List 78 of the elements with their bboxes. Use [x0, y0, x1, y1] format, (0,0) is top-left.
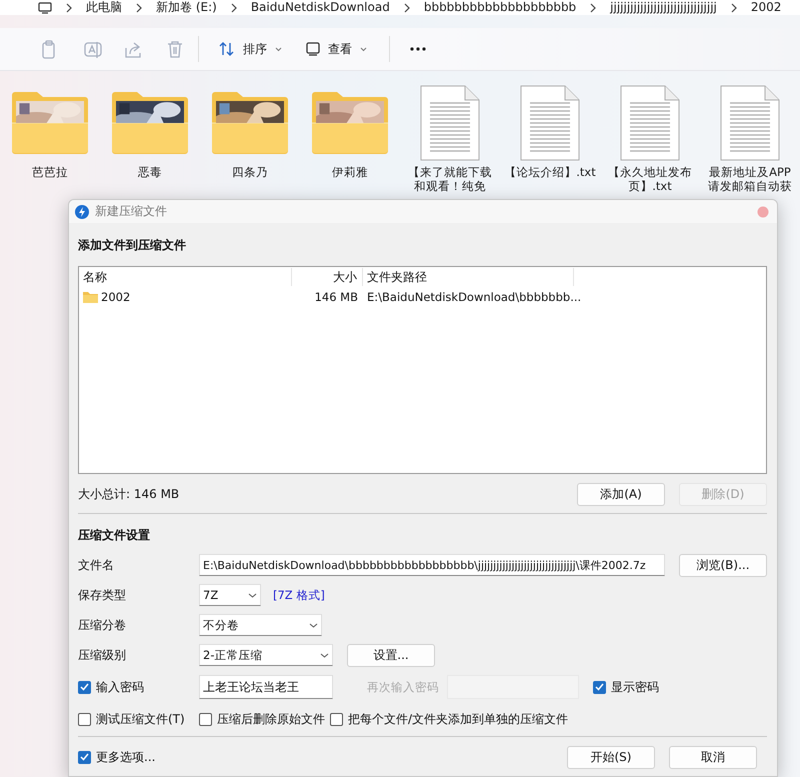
caret-icon [320, 652, 329, 658]
chevron-icon [404, 2, 410, 12]
caret-icon [360, 46, 367, 52]
column-header[interactable]: 文件夹路径 [363, 268, 574, 286]
chevron-icon [590, 2, 596, 12]
dialog-button[interactable]: 开始(S) [567, 746, 655, 768]
breadcrumb-item[interactable]: jjjjjjjjjjjjjjjjjjjjjjjjjjjjjjjj [610, 0, 717, 15]
file-size: 146 MB [314, 290, 359, 304]
caret-icon [248, 592, 257, 598]
checkbox[interactable] [78, 750, 91, 764]
field-label: 压缩级别 [78, 646, 127, 664]
text-file-icon [420, 85, 480, 161]
browse-button[interactable]: 浏览(B)... [679, 554, 767, 576]
chevron-icon [136, 2, 142, 12]
file-name[interactable]: 四条乃 [232, 165, 268, 179]
checkbox[interactable] [78, 680, 91, 694]
checkbox-label[interactable]: 压缩后删除原始文件 [217, 710, 325, 728]
breadcrumb-item[interactable]: 新加卷 (E:) [156, 0, 217, 15]
format-link[interactable]: [7Z 格式] [273, 588, 325, 602]
window-title: 新建压缩文件 [95, 203, 167, 220]
checkbox[interactable] [330, 712, 343, 726]
view-icon [306, 42, 320, 56]
field-label: 压缩分卷 [78, 616, 127, 634]
text-file-icon [620, 85, 680, 161]
checkbox[interactable] [78, 712, 91, 726]
folder-path: E:\BaiduNetdiskDownload\bbbbbbb... [366, 290, 582, 304]
chevron-icon [66, 2, 72, 12]
chevron-icon [730, 2, 737, 12]
file-name[interactable]: 页】.txt [628, 179, 672, 193]
dropdown[interactable]: 不分卷 [199, 614, 322, 636]
chevron-icon [230, 2, 237, 12]
text-file-icon [520, 85, 580, 161]
section-heading: 压缩文件设置 [78, 527, 151, 544]
checkbox-label[interactable]: 输入密码 [96, 678, 144, 696]
file-name[interactable]: 伊莉雅 [332, 165, 368, 179]
breadcrumb-item[interactable]: 此电脑 [86, 0, 122, 15]
breadcrumb-item[interactable]: bbbbbbbbbbbbbbbbbbbb [424, 0, 576, 15]
caret-icon [275, 46, 282, 52]
text-file-icon [720, 85, 780, 161]
file-name[interactable]: 恶毒 [138, 165, 162, 179]
file-name[interactable]: 【来了就能下载 [408, 165, 492, 179]
dropdown[interactable]: 7Z [199, 584, 261, 606]
settings-button[interactable]: 设置... [347, 644, 435, 666]
checkbox[interactable] [593, 680, 606, 694]
checkbox[interactable] [199, 712, 212, 726]
sort-icon [219, 41, 235, 57]
dialog-button[interactable]: 取消 [669, 746, 757, 768]
dropdown[interactable]: 2-正常压缩 [199, 644, 333, 666]
file-name[interactable]: 请发邮箱自动获 [708, 179, 792, 193]
checkbox-label[interactable]: 测试压缩文件(T) [96, 710, 185, 728]
more-icon[interactable] [410, 47, 426, 51]
file-name[interactable]: 芭芭拉 [32, 165, 68, 179]
file-name[interactable]: 最新地址及APP [709, 165, 791, 179]
field-label: 再次输入密码 [367, 680, 440, 694]
computer-icon[interactable] [38, 2, 52, 14]
file-name[interactable]: 和观看！纯免 [414, 179, 486, 193]
sort-button[interactable]: 排序 [211, 36, 290, 62]
file-name[interactable]: 【永久地址发布 [608, 165, 692, 179]
breadcrumb-item[interactable]: 2002 [750, 0, 782, 15]
view-button[interactable]: 查看 [298, 36, 375, 62]
file-name[interactable]: 2002 [101, 290, 130, 304]
filename-field[interactable]: E:\BaiduNetdiskDownload\bbbbbbbbbbbbbbbbbb\jjjjjjjjjjjjjjjjjjjjjjjjjjjjjjjj\课件2002.7z [199, 554, 665, 576]
section-heading: 添加文件到压缩文件 [78, 237, 187, 254]
checkbox-label[interactable]: 更多选项... [96, 748, 156, 766]
field-label: 文件名 [78, 556, 115, 574]
password-field[interactable]: 上老王论坛当老王 [199, 675, 333, 699]
file-name[interactable]: 【论坛介绍】.txt [504, 165, 596, 179]
app-icon [75, 204, 89, 218]
checkbox-label[interactable]: 显示密码 [611, 678, 659, 696]
column-header[interactable]: 大小 [292, 268, 363, 286]
checkbox-label[interactable]: 把每个文件/文件夹添加到单独的压缩文件 [348, 710, 568, 728]
breadcrumb-item[interactable]: BaiduNetdiskDownload [250, 0, 390, 15]
dialog-button[interactable]: 添加(A) [577, 482, 665, 506]
folder-icon [83, 291, 98, 303]
caret-icon [309, 622, 318, 628]
total-size: 大小总计: 146 MB [78, 486, 180, 502]
column-header[interactable]: 名称 [79, 268, 292, 286]
field-label: 保存类型 [78, 586, 127, 604]
